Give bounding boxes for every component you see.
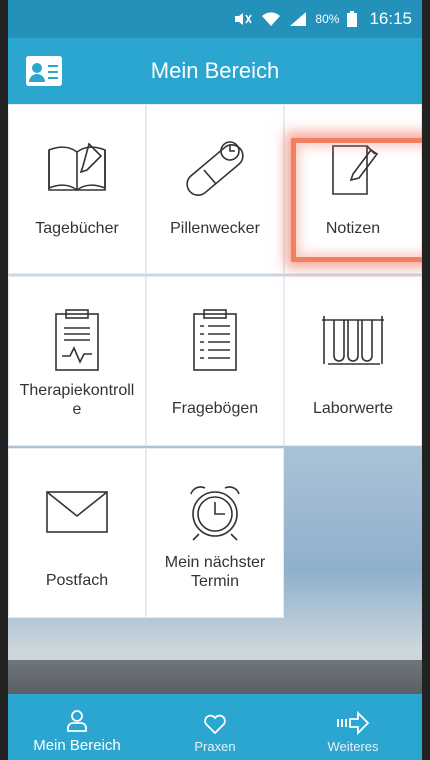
tile-label: Fragebögen: [171, 400, 259, 417]
battery-percent: 80%: [315, 12, 340, 26]
tile-notizen[interactable]: Notizen: [284, 104, 422, 274]
clipboard-pulse-icon: [42, 305, 112, 375]
test-tubes-icon: [318, 305, 388, 375]
tile-label: Notizen: [325, 220, 381, 237]
tile-frageboegen[interactable]: Fragebögen: [146, 276, 284, 446]
note-icon: [318, 133, 388, 203]
tab-praxen[interactable]: Praxen: [146, 694, 284, 760]
phone-screen: 80% 16:15 Mein Bereich Tagebücher Pillen…: [8, 0, 422, 760]
background-strip: [8, 660, 422, 694]
tab-label: Mein Bereich: [33, 737, 121, 754]
tile-tagebuecher[interactable]: Tagebücher: [8, 104, 146, 274]
person-icon: [67, 710, 87, 732]
tile-label: Laborwerte: [312, 400, 394, 417]
arrow-right-icon: [337, 711, 370, 735]
page-title: Mein Bereich: [150, 58, 280, 83]
status-bar: 80% 16:15: [8, 0, 422, 38]
tile-label: Tagebücher: [35, 220, 119, 237]
tile-laborwerte[interactable]: Laborwerte: [284, 276, 422, 446]
alarm-clock-icon: [180, 477, 250, 547]
tab-label: Weiteres: [327, 739, 379, 754]
clock: 16:15: [369, 9, 412, 28]
tile-label: Pillenwecker: [170, 220, 260, 237]
tile-postfach[interactable]: Postfach: [8, 448, 146, 618]
tile-label: Therapiekontroll e: [19, 382, 135, 418]
tile-pillenwecker[interactable]: Pillenwecker: [146, 104, 284, 274]
app-bar: Mein Bereich: [8, 38, 422, 104]
envelope-icon: [42, 477, 112, 547]
questionnaire-icon: [180, 305, 250, 375]
mute-icon: [235, 13, 253, 25]
tile-label: Mein nächster Termin: [164, 554, 266, 590]
wifi-icon: [262, 12, 281, 26]
tile-therapiekontrolle[interactable]: Therapiekontroll e: [8, 276, 146, 446]
tile-label: Postfach: [45, 572, 109, 589]
pill-timer-icon: [180, 133, 250, 203]
signal-icon: [290, 12, 307, 26]
heart-icon: [204, 714, 226, 735]
tile-mein-naechster-termin[interactable]: Mein nächster Termin: [146, 448, 284, 618]
book-icon: [42, 133, 112, 203]
tile-grid: Tagebücher Pillenwecker Notizen Therapie…: [8, 104, 422, 620]
tab-label: Praxen: [194, 739, 236, 754]
bottom-tab-bar: Mein Bereich Praxen Weiteres: [8, 694, 422, 760]
battery-icon: [347, 11, 358, 27]
tab-mein-bereich[interactable]: Mein Bereich: [8, 694, 146, 760]
tab-weiteres[interactable]: Weiteres: [284, 694, 422, 760]
